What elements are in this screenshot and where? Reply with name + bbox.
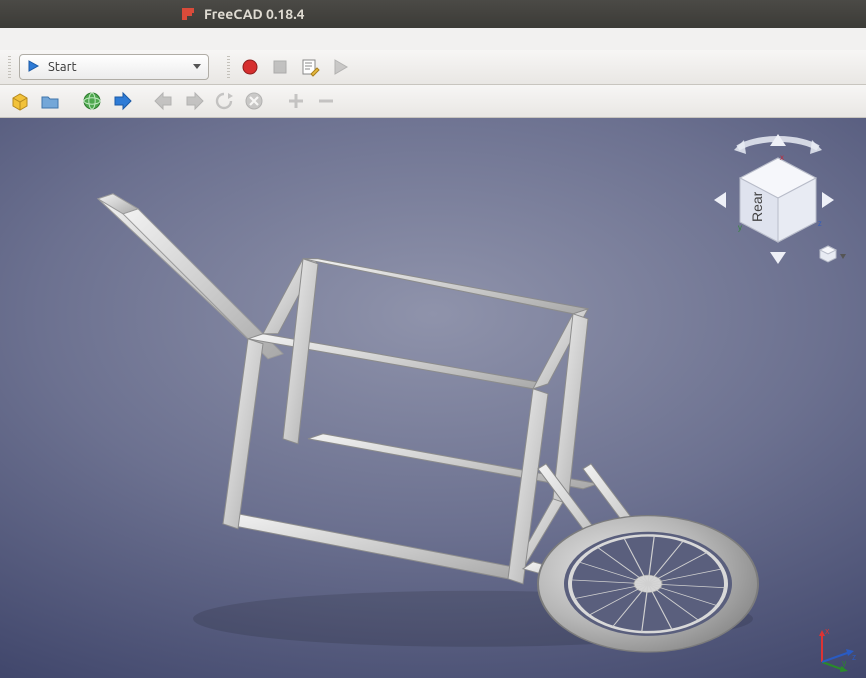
- svg-text:z: z: [818, 219, 822, 228]
- nav-forward-button[interactable]: [182, 89, 206, 113]
- 3d-viewport[interactable]: x y z Rear x y: [0, 118, 866, 678]
- svg-text:x: x: [825, 626, 830, 636]
- toolbar-handle[interactable]: [227, 56, 230, 78]
- workbench-selector[interactable]: Start: [19, 54, 209, 80]
- svg-text:z: z: [852, 652, 856, 662]
- macro-play-button[interactable]: [328, 55, 352, 79]
- nav-refresh-button[interactable]: [212, 89, 236, 113]
- svg-text:y: y: [738, 223, 742, 232]
- open-folder-button[interactable]: [38, 89, 62, 113]
- menubar: [0, 28, 866, 50]
- model-render: [53, 139, 813, 678]
- web-home-button[interactable]: [80, 89, 104, 113]
- macro-edit-button[interactable]: [298, 55, 322, 79]
- toolbar-handle[interactable]: [8, 56, 11, 78]
- zoom-in-button[interactable]: [284, 89, 308, 113]
- nav-stop-button[interactable]: [242, 89, 266, 113]
- axis-triad: x y z: [810, 622, 860, 672]
- macro-record-button[interactable]: [238, 55, 262, 79]
- web-toolbar: [0, 85, 866, 118]
- app-window: FreeCAD 0.18.4 Start: [0, 0, 866, 678]
- titlebar: FreeCAD 0.18.4: [0, 0, 866, 28]
- svg-text:y: y: [842, 658, 847, 668]
- box-icon[interactable]: [8, 89, 32, 113]
- freecad-app-icon: [180, 6, 196, 22]
- web-go-button[interactable]: [110, 89, 134, 113]
- nav-back-button[interactable]: [152, 89, 176, 113]
- main-toolbar: Start: [0, 50, 866, 85]
- chevron-down-icon: [192, 60, 202, 74]
- svg-text:Rear: Rear: [749, 191, 765, 222]
- zoom-out-button[interactable]: [314, 89, 338, 113]
- svg-text:x: x: [780, 153, 784, 162]
- macro-stop-button[interactable]: [268, 55, 292, 79]
- window-title: FreeCAD 0.18.4: [204, 6, 305, 22]
- start-arrow-icon: [26, 58, 42, 77]
- navigation-cube[interactable]: x y z Rear: [708, 130, 848, 280]
- workbench-label: Start: [48, 60, 77, 74]
